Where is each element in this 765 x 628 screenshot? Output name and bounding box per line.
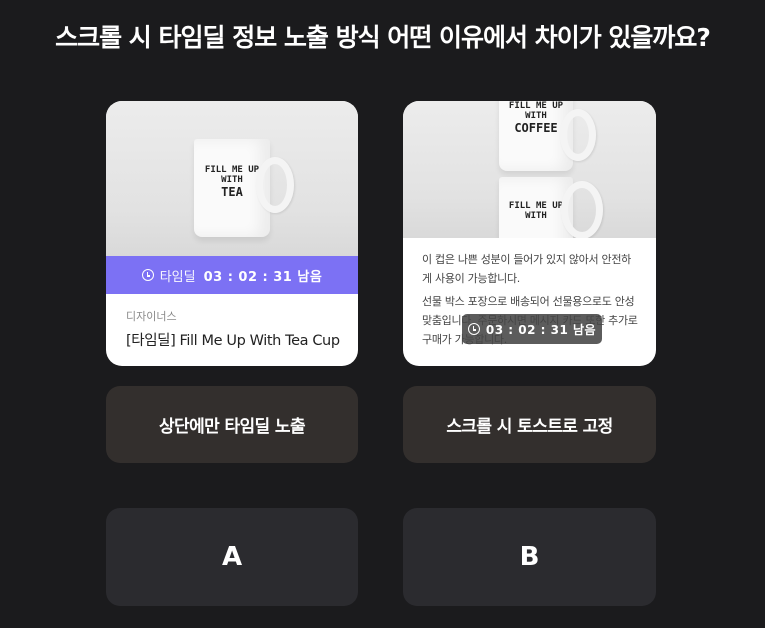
question-title: 스크롤 시 타임딜 정보 노출 방식 어떤 이유에서 차이가 있을까요? <box>55 23 711 52</box>
product-name[interactable]: [타임딜] Fill Me Up With Tea Cup <box>126 329 340 350</box>
product-photo-a: FILL ME UP WITH TEA <box>106 101 358 256</box>
toast-countdown: 03 : 02 : 31 남음 <box>485 322 597 337</box>
choice-b-button[interactable]: B <box>403 508 656 606</box>
product-description-1: 이 컵은 나쁜 성분이 들어가 있지 않아서 안전하게 사용이 가능합니다. <box>422 253 631 285</box>
product-photo-b: FILL ME UP WITH COFFEE FILL ME UP WITH <box>403 101 656 238</box>
seller-name: 디자이너스 <box>126 310 177 323</box>
option-a-label: 상단에만 타임딜 노출 <box>106 386 358 463</box>
choice-a-button[interactable]: A <box>106 508 358 606</box>
option-b-label: 스크롤 시 토스트로 고정 <box>403 386 656 463</box>
timedeal-countdown: 03 : 02 : 31 남음 <box>203 269 323 285</box>
product-card-a: FILL ME UP WITH TEA 타임딜 03 : 02 : 31 남음 … <box>106 101 358 366</box>
timedeal-bar: 타임딜 03 : 02 : 31 남음 <box>106 256 358 294</box>
clock-icon <box>141 269 154 281</box>
product-card-b: FILL ME UP WITH COFFEE FILL ME UP WITH 이… <box>403 101 656 366</box>
clock-icon <box>467 323 480 335</box>
timedeal-label: 타임딜 <box>159 269 196 285</box>
timedeal-toast: 03 : 02 : 31 남음 <box>462 314 602 344</box>
